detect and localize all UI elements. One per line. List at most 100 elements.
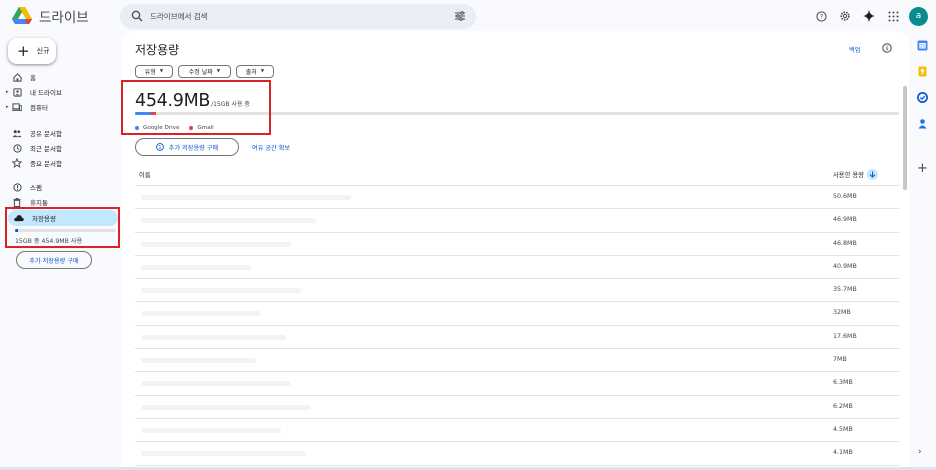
column-name[interactable]: 이름 [139, 170, 151, 179]
file-size: 4.5MB [833, 425, 853, 433]
file-size: 50.6MB [833, 193, 857, 200]
calendar-icon[interactable]: 31 [917, 40, 928, 51]
table-header: 이름 사용한 용량 [135, 166, 899, 186]
my-drive-icon [12, 87, 22, 97]
sidebar-item-label: 스팸 [30, 184, 42, 192]
table-row[interactable]: 32MB [135, 302, 899, 326]
file-size: 46.8MB [833, 239, 857, 247]
filter-source-chip[interactable]: 출처 ▼ [236, 65, 274, 78]
file-name-redacted[interactable] [141, 264, 251, 270]
file-name-redacted[interactable] [141, 288, 301, 294]
filter-type-label: 유형 [144, 69, 156, 76]
sidebar-item-starred[interactable]: 중요 문서함 [6, 156, 116, 170]
column-storage-used-label: 사용한 용량 [833, 172, 864, 179]
sidebar-item-computers[interactable]: ▸ 컴퓨터 [6, 100, 116, 114]
filter-source-label: 출처 [245, 69, 257, 76]
filter-type-chip[interactable]: 유형 ▼ [135, 65, 173, 78]
sidebar-item-label: 홈 [30, 74, 36, 82]
table-row[interactable]: 46.8MB [135, 233, 899, 256]
table-row[interactable]: 4.1MB [135, 442, 899, 466]
sidebar-item-label: 내 드라이브 [30, 89, 62, 97]
file-name-redacted[interactable] [141, 241, 291, 247]
file-size: 6.3MB [833, 379, 853, 387]
sidebar-item-label: 컴퓨터 [30, 104, 48, 112]
file-size: 40.9MB [833, 262, 857, 270]
app-name: 드라이브 [39, 10, 89, 26]
sidebar-item-recent[interactable]: 최근 문서함 [6, 141, 116, 155]
column-storage-used[interactable]: 사용한 용량 [833, 169, 878, 180]
file-name-redacted[interactable] [141, 427, 281, 433]
file-size: 35.7MB [833, 286, 857, 294]
filter-modified-chip[interactable]: 수정 날짜 ▼ [178, 65, 231, 78]
table-row[interactable]: 17.6MB [135, 326, 899, 350]
file-size: 46.9MB [833, 216, 857, 224]
table-row[interactable]: 40.9MB [135, 256, 899, 280]
file-name-redacted[interactable] [141, 218, 316, 224]
file-name-redacted[interactable] [141, 195, 351, 200]
file-name-redacted[interactable] [141, 381, 291, 387]
highlight-box [5, 207, 120, 248]
file-name-redacted[interactable] [141, 404, 311, 410]
file-list: 50.6MB 46.9MB 46.8MB 40.9MB 35.7MB 32MB 17.6MB… [135, 186, 899, 466]
file-name-redacted[interactable] [141, 451, 306, 457]
plus-icon: + [17, 41, 30, 60]
search-input[interactable] [150, 8, 450, 25]
expand-arrow-icon[interactable]: ▸ [6, 104, 10, 110]
info-icon[interactable] [882, 43, 892, 53]
contacts-icon[interactable] [917, 118, 928, 129]
star-icon [12, 158, 22, 168]
buy-storage-button[interactable]: 추가 저장용량 구매 [16, 251, 92, 269]
new-button-label: 신규 [36, 47, 50, 55]
dropdown-arrow-icon: ▼ [260, 69, 265, 74]
sidebar: + 신규 홈 ▸ 내 드라이브 ▸ 컴퓨터 공유 문서함 최근 문서함 중요 문… [0, 34, 128, 470]
computer-icon [12, 102, 22, 112]
tasks-icon[interactable] [917, 92, 928, 103]
file-size: 17.6MB [833, 332, 857, 340]
table-row[interactable]: 50.6MB [135, 186, 899, 210]
table-row[interactable]: 6.2MB [135, 396, 899, 419]
file-size: 32MB [833, 309, 851, 317]
search-options-icon[interactable] [454, 10, 466, 22]
top-icons: ? a [808, 5, 928, 27]
chevron-right-icon[interactable]: › [918, 447, 922, 457]
keep-icon[interactable] [917, 66, 928, 77]
search-bar[interactable] [120, 4, 476, 29]
add-addon-icon[interactable]: + [917, 162, 928, 175]
sort-down-arrow-icon[interactable] [866, 169, 878, 180]
apps-icon[interactable] [882, 5, 904, 27]
backup-link[interactable]: 백업 [849, 45, 860, 54]
sidebar-item-shared[interactable]: 공유 문서함 [6, 126, 116, 140]
settings-icon[interactable] [834, 5, 856, 27]
dropdown-arrow-icon: ▼ [216, 69, 221, 74]
new-button[interactable]: + 신규 [8, 38, 56, 64]
top-bar: 드라이브 ? [0, 0, 936, 34]
gemini-icon[interactable] [858, 5, 880, 27]
help-icon[interactable]: ? [810, 5, 832, 27]
sidebar-item-label: 공유 문서함 [30, 130, 62, 138]
file-name-redacted[interactable] [141, 358, 256, 364]
expand-arrow-icon[interactable]: ▸ [6, 89, 10, 95]
highlight-box [121, 80, 271, 135]
side-panel-rail: 31 + › [909, 34, 936, 470]
trash-icon [12, 197, 22, 207]
shared-icon [12, 128, 22, 138]
storage-plus-icon: 1 [155, 143, 164, 151]
table-row[interactable]: 4.5MB [135, 419, 899, 443]
table-row[interactable]: 6.3MB [135, 372, 899, 396]
dropdown-arrow-icon: ▼ [159, 69, 164, 74]
search-icon[interactable] [131, 10, 143, 22]
sidebar-item-home[interactable]: 홈 [6, 70, 116, 84]
scrollbar[interactable] [903, 86, 907, 190]
table-row[interactable]: 7MB [135, 349, 899, 373]
file-name-redacted[interactable] [141, 311, 261, 317]
avatar[interactable]: a [909, 6, 928, 26]
buy-storage-main-button[interactable]: 1 추가 저장용량 구매 [135, 138, 239, 156]
table-row[interactable]: 46.9MB [135, 209, 899, 233]
sidebar-item-my-drive[interactable]: ▸ 내 드라이브 [6, 85, 116, 99]
sidebar-item-spam[interactable]: 스팸 [6, 180, 116, 194]
file-size: 7MB [833, 356, 847, 364]
free-up-space-link[interactable]: 여유 공간 확보 [252, 143, 290, 152]
drive-logo[interactable]: 드라이브 [12, 6, 89, 26]
table-row[interactable]: 35.7MB [135, 279, 899, 303]
file-name-redacted[interactable] [141, 334, 286, 340]
